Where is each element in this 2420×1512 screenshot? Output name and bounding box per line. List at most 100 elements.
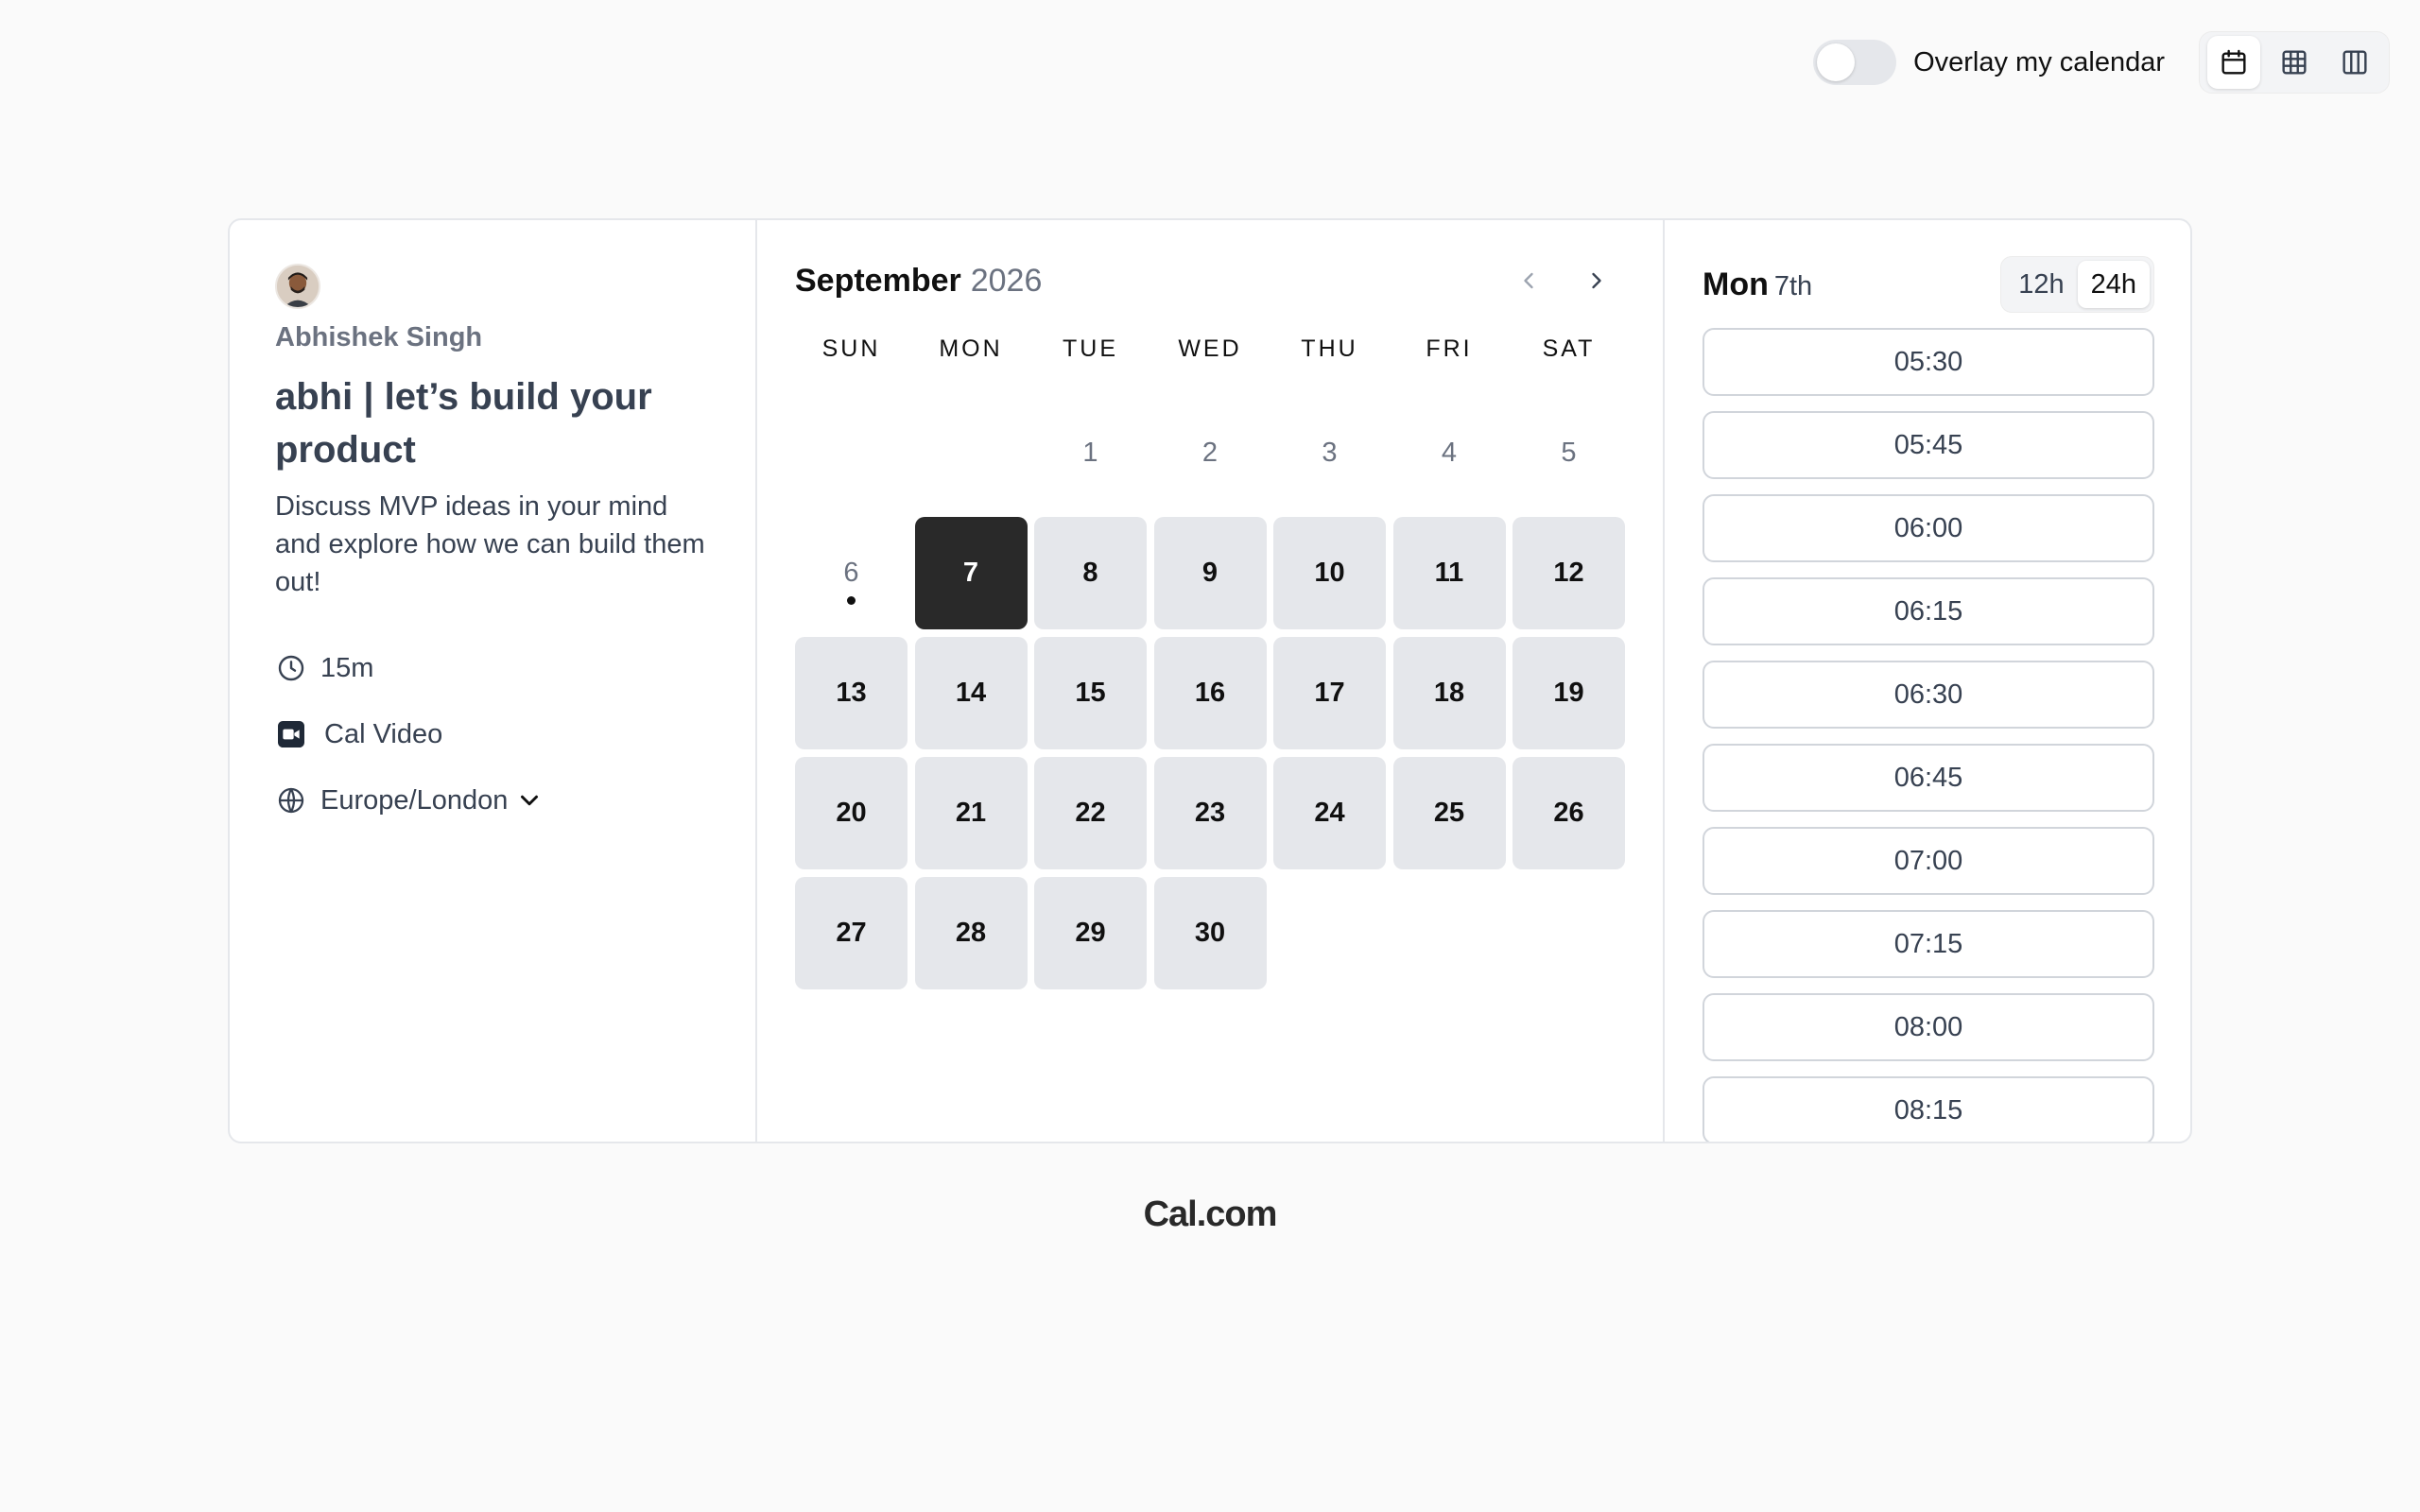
day-button: 5 [1512,397,1625,509]
time-slots-panel: Mon 7th 12h 24h 05:30 05:45 06:00 06:15 06:30… [1665,220,2190,1142]
day-button: 4 [1393,397,1506,509]
time-slot-button[interactable]: 06:15 [1703,577,2154,645]
selected-day-button[interactable]: 7 [914,517,1028,629]
avatar-image [277,266,319,307]
day-number: 17 [1314,678,1345,708]
brand-logo: Cal.com [1143,1194,1278,1234]
overlay-calendar-toggle[interactable]: Overlay my calendar [1813,40,2165,85]
day-button[interactable]: 14 [914,637,1028,749]
month-view-button[interactable] [2207,36,2260,89]
day-button[interactable]: 26 [1512,757,1625,869]
day-number: 14 [955,678,987,708]
day-button: 2 [1154,397,1267,509]
event-title: abhi | let’s build your product [275,376,652,471]
day-button[interactable]: 25 [1392,757,1506,869]
day-button[interactable]: 19 [1512,637,1625,749]
time-slot-button[interactable]: 06:00 [1703,494,2154,562]
time-slot-button[interactable]: 05:45 [1703,411,2154,479]
day-button[interactable]: 21 [914,757,1028,869]
weekday-label: WED [1178,335,1242,362]
weekday-label: THU [1301,335,1358,362]
empty-day-cell [795,397,908,509]
day-button[interactable]: 11 [1392,517,1506,629]
day-button[interactable]: 13 [795,637,908,749]
day-number: 15 [1075,678,1106,708]
day-button[interactable]: 18 [1392,637,1506,749]
chevron-left-icon [1524,272,1533,289]
day-number: 8 [1082,558,1098,588]
day-number: 29 [1075,918,1106,948]
today-indicator [847,596,856,605]
timezone-select[interactable]: Europe/London [275,784,710,816]
day-number: 16 [1194,678,1226,708]
weekday-label: SAT [1542,335,1596,362]
event-description: Discuss MVP ideas in your mind and explo… [275,491,705,597]
day-button[interactable]: 20 [795,757,908,869]
day-number: 24 [1314,798,1345,828]
days-grid: 1 2 3 4 5 6 7 8 9 10 11 12 13 14 15 16 17 18 19 20 21 22 23 24 2… [795,397,1625,989]
time-slot-button[interactable]: 08:00 [1703,993,2154,1061]
day-number: 13 [836,678,867,708]
day-number: 1 [1082,438,1098,468]
time-slot-button[interactable]: 05:30 [1703,328,2154,396]
day-number: 27 [836,918,867,948]
month-year: 2026 [970,262,1043,299]
day-number: 12 [1553,558,1584,588]
top-toolbar: Overlay my calendar [1813,31,2390,94]
day-number: 22 [1075,798,1106,828]
date-picker-panel: September 2026 SUN MON TUE WED THU FRI S… [757,220,1665,1142]
column-view-button[interactable] [2328,36,2381,89]
format-24h-button[interactable]: 24h [2077,261,2150,308]
booker-card: Abhishek Singh abhi | let’s build your p… [228,218,2192,1143]
next-month-button[interactable] [1568,258,1625,303]
day-button[interactable]: 12 [1512,517,1625,629]
day-number: 21 [955,798,987,828]
time-slot-button[interactable]: 08:15 [1703,1076,2154,1142]
event-location: Cal Video [275,718,710,750]
chevron-right-icon [1592,272,1601,289]
format-12h-button[interactable]: 12h [2005,261,2077,308]
day-number: 6 [843,558,859,588]
event-meta-panel: Abhishek Singh abhi | let’s build your p… [230,220,757,1142]
calendar-header: September 2026 [795,258,1625,303]
day-button[interactable]: 16 [1153,637,1267,749]
location-label: Cal Video [324,718,443,749]
day-number: 7 [962,558,979,588]
day-button[interactable]: 8 [1034,517,1147,629]
host-avatar [275,264,320,309]
day-number: 23 [1194,798,1226,828]
day-number: 3 [1322,438,1338,468]
day-button[interactable]: 9 [1153,517,1267,629]
timezone-label: Europe/London [320,784,509,816]
day-button[interactable]: 22 [1034,757,1147,869]
day-button[interactable]: 28 [914,877,1028,989]
day-button[interactable]: 23 [1153,757,1267,869]
day-number: 9 [1201,558,1219,588]
day-button[interactable]: 29 [1034,877,1147,989]
month-name: September [795,262,961,299]
video-camera-icon [275,718,307,750]
day-button[interactable]: 30 [1153,877,1267,989]
day-button[interactable]: 10 [1273,517,1386,629]
time-slot-button[interactable]: 06:45 [1703,744,2154,812]
day-button[interactable]: 24 [1273,757,1386,869]
day-number: 2 [1201,438,1219,468]
empty-day-cell [915,397,1028,509]
day-number: 11 [1434,558,1464,588]
day-button[interactable]: 27 [795,877,908,989]
day-number: 28 [955,918,987,948]
weekday-label: SUN [821,335,881,362]
day-button[interactable]: 15 [1034,637,1147,749]
day-button[interactable]: 17 [1273,637,1386,749]
overlay-switch[interactable] [1813,40,1897,85]
time-slot-button[interactable]: 06:30 [1703,661,2154,729]
week-view-button[interactable] [2268,36,2321,89]
day-number: 30 [1194,918,1226,948]
time-slot-button[interactable]: 07:15 [1703,910,2154,978]
weekday-label: FRI [1426,335,1473,362]
month-navigation [1489,258,1625,303]
host-name: Abhishek Singh [275,322,483,352]
slots-header: Mon 7th 12h 24h [1703,256,2154,313]
previous-month-button[interactable] [1500,258,1557,303]
time-slot-button[interactable]: 07:00 [1703,827,2154,895]
